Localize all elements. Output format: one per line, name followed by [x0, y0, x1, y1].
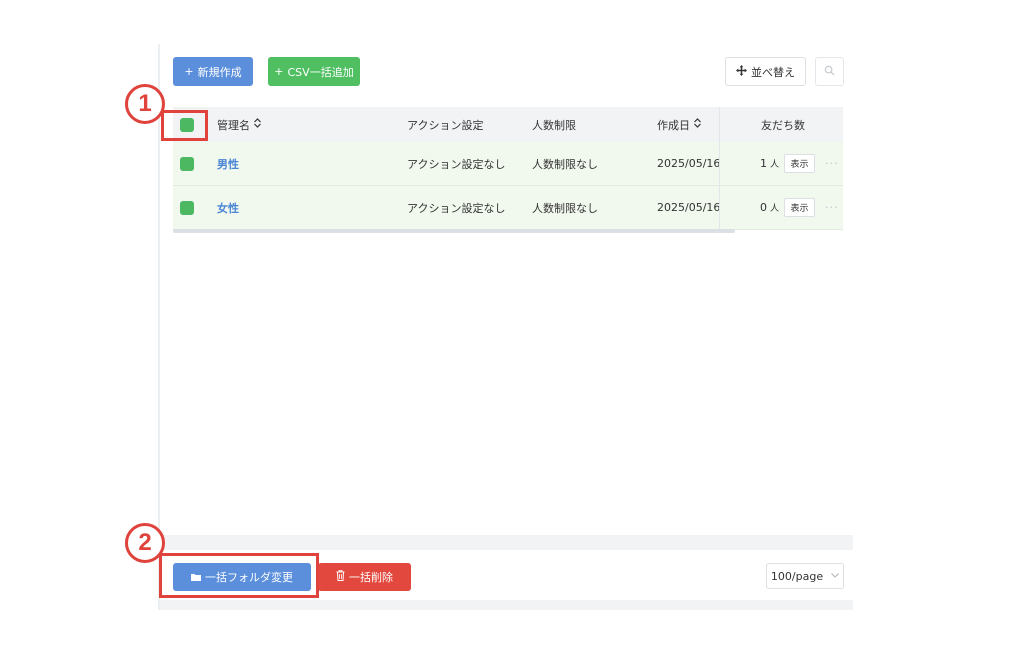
show-button[interactable]: 表示 — [784, 198, 816, 217]
table-header: 管理名 アクション設定 人数制限 作成日 友だち数 — [173, 107, 843, 142]
more-icon[interactable]: ··· — [825, 157, 839, 170]
row-action: アクション設定なし — [407, 157, 506, 171]
column-divider — [719, 186, 720, 229]
callout-number-2: 2 — [125, 523, 165, 563]
plus-icon: + — [274, 65, 284, 78]
header-limit: 人数制限 — [532, 118, 576, 132]
table-row[interactable]: 女性 アクション設定なし 人数制限なし 2025/05/16 0 人 表示 ··… — [173, 186, 843, 230]
row-checkbox[interactable] — [180, 142, 194, 185]
footer-divider — [160, 535, 853, 550]
friend-count: 1 — [760, 157, 767, 170]
header-friends: 友だち数 — [761, 118, 805, 132]
row-limit: 人数制限なし — [532, 201, 598, 215]
horizontal-scrollbar[interactable] — [173, 229, 735, 233]
table-row[interactable]: 男性 アクション設定なし 人数制限なし 2025/05/16 1 人 表示 ··… — [173, 142, 843, 186]
show-button[interactable]: 表示 — [784, 154, 816, 173]
new-button[interactable]: + 新規作成 — [173, 57, 253, 86]
trash-icon — [336, 570, 345, 584]
more-icon[interactable]: ··· — [825, 201, 839, 214]
column-divider — [719, 107, 720, 142]
sort-icon — [694, 118, 701, 131]
content-left-border — [158, 44, 160, 610]
page-size-select[interactable]: 100/page — [766, 563, 844, 589]
row-friends: 1 人 表示 ··· — [760, 142, 870, 185]
move-arrows-icon — [736, 64, 747, 79]
plus-icon: + — [184, 65, 194, 78]
csv-bulk-add-button[interactable]: + CSV一括追加 — [268, 57, 360, 86]
callout-number-1: 1 — [125, 84, 165, 124]
chevron-down-icon — [831, 571, 839, 581]
header-action: アクション設定 — [407, 118, 484, 132]
row-name-link[interactable]: 女性 — [217, 186, 239, 229]
row-limit: 人数制限なし — [532, 157, 598, 171]
row-action: アクション設定なし — [407, 201, 506, 215]
search-icon — [824, 65, 835, 79]
friend-count: 0 — [760, 201, 767, 214]
row-date: 2025/05/16 — [657, 201, 721, 214]
friend-unit: 人 — [770, 204, 780, 214]
sort-button[interactable]: 並べ替え — [725, 57, 806, 86]
friend-unit: 人 — [770, 160, 780, 170]
row-checkbox[interactable] — [180, 186, 194, 229]
footer-bottom-band — [160, 600, 853, 610]
segment-table: 管理名 アクション設定 人数制限 作成日 友だち数 男性 アクション設定なし 人… — [173, 107, 843, 230]
bulk-delete-button[interactable]: 一括削除 — [318, 563, 411, 591]
search-button[interactable] — [815, 57, 844, 86]
column-divider — [719, 142, 720, 185]
row-friends: 0 人 表示 ··· — [760, 186, 870, 229]
row-date: 2025/05/16 — [657, 157, 721, 170]
header-date[interactable]: 作成日 — [657, 107, 701, 142]
highlight-box-1 — [161, 110, 208, 141]
header-name[interactable]: 管理名 — [217, 107, 261, 142]
row-name-link[interactable]: 男性 — [217, 142, 239, 185]
highlight-box-2 — [159, 553, 319, 598]
sort-icon — [254, 118, 261, 131]
